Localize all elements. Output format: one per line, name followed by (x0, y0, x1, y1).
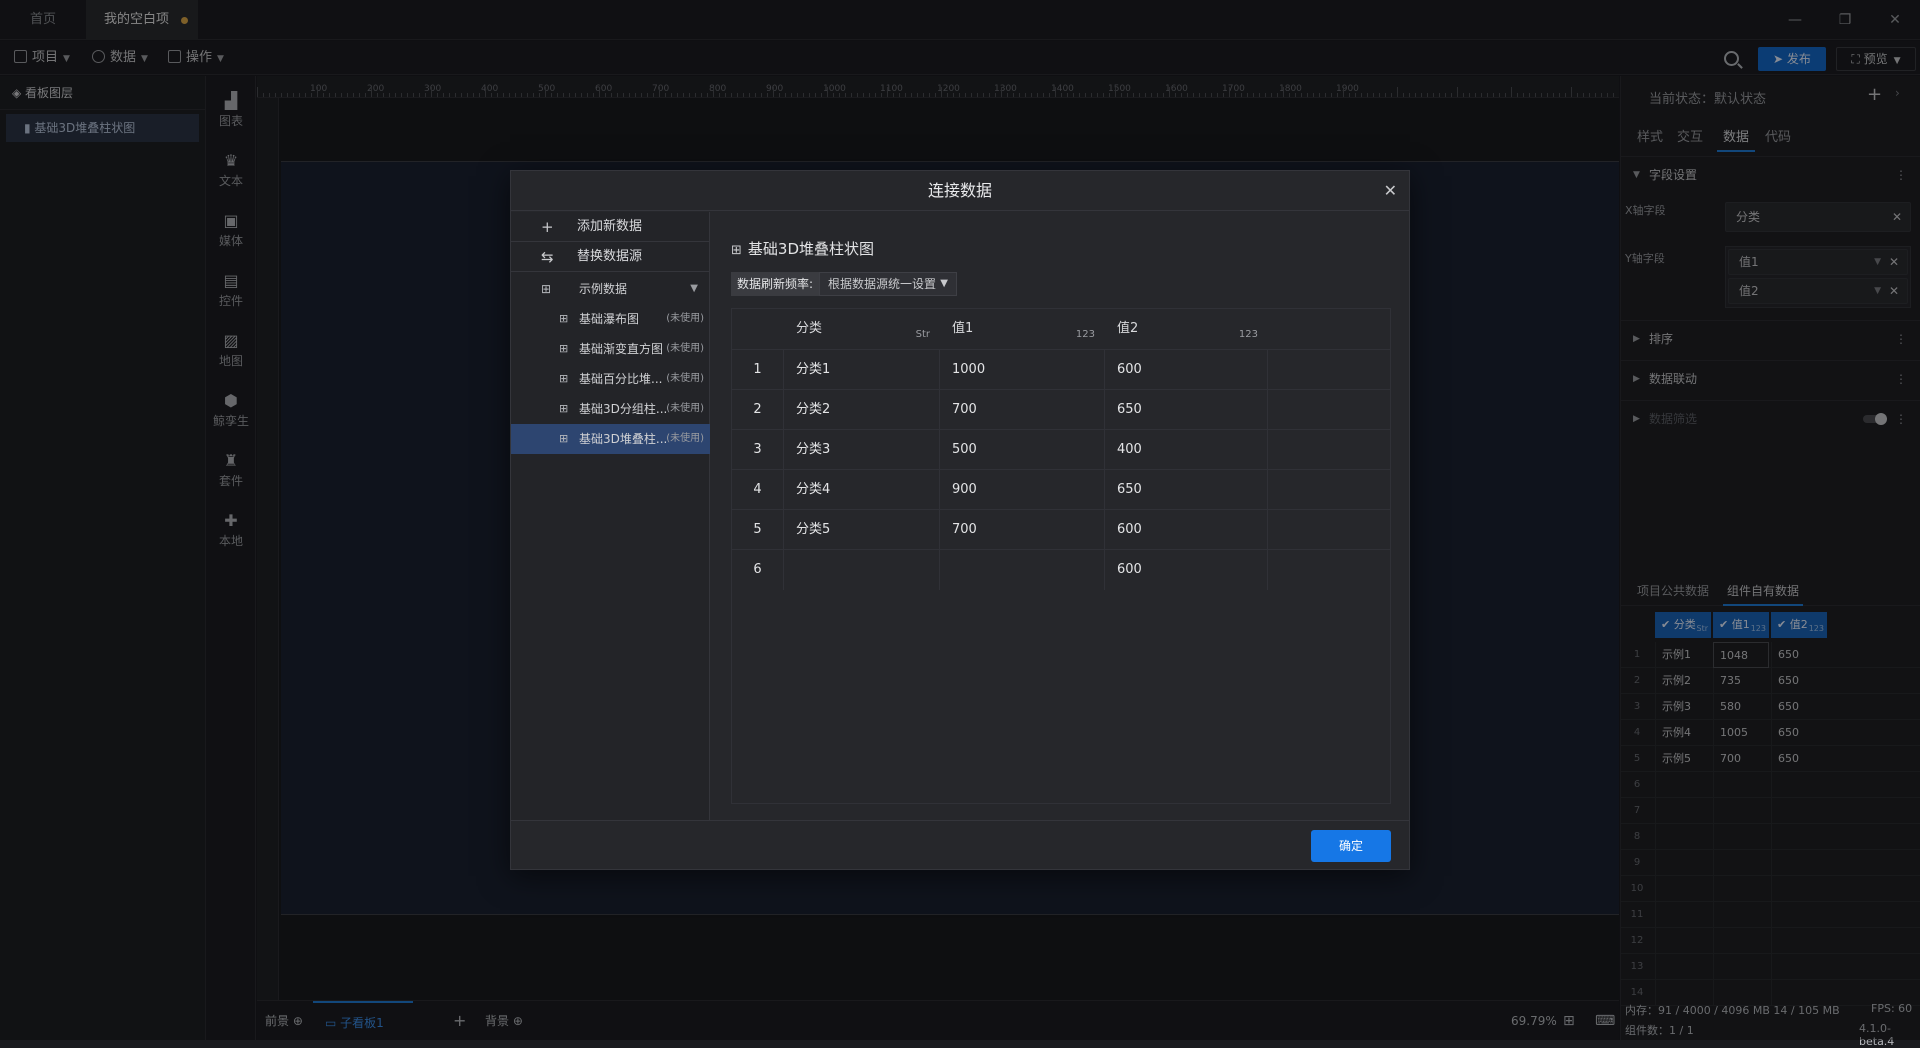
row-number: 4 (732, 470, 784, 510)
table-icon: ⊞ (541, 282, 552, 296)
table-cell[interactable]: 600 (1105, 550, 1268, 590)
dataset-label: 基础3D分组柱... (579, 402, 668, 416)
replace-source-button[interactable]: ⇆ 替换数据源 (511, 242, 710, 272)
dataset-status: (未使用) (666, 343, 704, 354)
table-icon: ⊞ (559, 402, 569, 415)
table-icon: ⊞ (559, 342, 569, 355)
refresh-frequency-value: 根据数据源统一设置 (828, 277, 937, 291)
table-row[interactable]: 4 分类4 900 650 (732, 469, 1390, 510)
table-icon: ⊞ (559, 372, 569, 385)
dialog-header: 连接数据 ✕ (511, 171, 1409, 211)
confirm-button[interactable]: 确定 (1311, 830, 1391, 862)
table-cell[interactable]: 400 (1105, 430, 1268, 470)
column-header[interactable]: 值1 123 (940, 309, 1105, 349)
table-cell[interactable]: 700 (940, 390, 1105, 430)
table-cell[interactable] (940, 550, 1105, 590)
column-header-label: 值2 (1117, 321, 1139, 336)
row-number: 5 (732, 510, 784, 550)
table-cell[interactable]: 500 (940, 430, 1105, 470)
dataset-item[interactable]: ⊞ 基础渐变直方图 (未使用) (511, 334, 710, 364)
dataset-label: 基础渐变直方图 (579, 342, 664, 356)
row-number: 1 (732, 350, 784, 390)
chevron-down-icon: ▼ (690, 283, 698, 294)
table-cell[interactable]: 650 (1105, 390, 1268, 430)
row-number: 2 (732, 390, 784, 430)
table-cell[interactable]: 650 (1105, 470, 1268, 510)
dialog-title: 连接数据 (927, 181, 992, 200)
data-table[interactable]: 分类 Str 值1 123 值2 123 1 分类1 1000 600 2 分类2 700 650 3 分类3… (731, 308, 1391, 804)
connect-data-dialog: 连接数据 ✕ + 添加新数据 ⇆ 替换数据源 ⊞ 示例数据 ▼ ⊞ 基础瀑布图 (未使用) ⊞… (510, 170, 1410, 870)
table-cell[interactable] (784, 550, 940, 590)
dataset-detail: ⊞ 基础3D堆叠柱状图 数据刷新频率: 根据数据源统一设置 ▼ 分类 Str 值1 123… (711, 212, 1409, 820)
column-header[interactable]: 值2 123 (1105, 309, 1268, 349)
table-cell[interactable]: 分类2 (784, 390, 940, 430)
dataset-label: 基础瀑布图 (579, 312, 640, 326)
dataset-status: (未使用) (666, 433, 704, 444)
table-cell[interactable]: 700 (940, 510, 1105, 550)
source-group[interactable]: ⊞ 示例数据 ▼ (511, 274, 710, 304)
add-data-label: 添加新数据 (577, 219, 643, 234)
swap-icon: ⇆ (541, 248, 554, 266)
table-cell[interactable]: 分类5 (784, 510, 940, 550)
dataset-status: (未使用) (666, 313, 704, 324)
table-cell[interactable]: 分类4 (784, 470, 940, 510)
table-row[interactable]: 6 600 (732, 549, 1390, 590)
column-header[interactable]: 分类 Str (784, 309, 940, 349)
row-number: 3 (732, 430, 784, 470)
dataset-status: (未使用) (666, 373, 704, 384)
table-row[interactable]: 3 分类3 500 400 (732, 429, 1390, 470)
dataset-item[interactable]: ⊞ 基础瀑布图 (未使用) (511, 304, 710, 334)
dataset-title-text: 基础3D堆叠柱状图 (747, 240, 875, 258)
row-number: 6 (732, 550, 784, 590)
add-data-button[interactable]: + 添加新数据 (511, 212, 710, 242)
table-cell[interactable]: 600 (1105, 350, 1268, 390)
table-cell[interactable]: 分类1 (784, 350, 940, 390)
table-icon: ⊞ (559, 312, 569, 325)
table-cell[interactable]: 600 (1105, 510, 1268, 550)
dataset-item[interactable]: ⊞ 基础3D分组柱... (未使用) (511, 394, 710, 424)
dataset-label: 基础百分比堆... (579, 372, 663, 386)
dataset-item[interactable]: ⊞ 基础百分比堆... (未使用) (511, 364, 710, 394)
table-cell[interactable]: 900 (940, 470, 1105, 510)
refresh-frequency-select[interactable]: 根据数据源统一设置 ▼ (819, 272, 957, 296)
table-icon: ⊞ (731, 243, 742, 258)
data-source-list: + 添加新数据 ⇆ 替换数据源 ⊞ 示例数据 ▼ ⊞ 基础瀑布图 (未使用) ⊞ 基础渐变直方… (511, 212, 710, 820)
close-icon[interactable]: ✕ (1384, 171, 1397, 211)
table-icon: ⊞ (559, 432, 569, 445)
dataset-item-selected[interactable]: ⊞ 基础3D堆叠柱... (未使用) (511, 424, 710, 454)
chevron-down-icon: ▼ (940, 278, 948, 289)
source-group-label: 示例数据 (579, 282, 628, 296)
dataset-title: ⊞ 基础3D堆叠柱状图 (731, 238, 874, 259)
table-row[interactable]: 5 分类5 700 600 (732, 509, 1390, 550)
table-row[interactable]: 1 分类1 1000 600 (732, 349, 1390, 390)
replace-source-label: 替换数据源 (577, 249, 643, 264)
table-cell[interactable]: 分类3 (784, 430, 940, 470)
column-header-label: 分类 (796, 321, 823, 336)
plus-icon: + (541, 218, 554, 236)
column-header-label: 值1 (952, 321, 974, 336)
table-cell[interactable]: 1000 (940, 350, 1105, 390)
refresh-frequency-label: 数据刷新频率: (731, 272, 819, 296)
dataset-label: 基础3D堆叠柱... (579, 432, 668, 446)
dataset-status: (未使用) (666, 403, 704, 414)
table-row[interactable]: 2 分类2 700 650 (732, 389, 1390, 430)
dialog-footer: 确定 (511, 820, 1409, 870)
